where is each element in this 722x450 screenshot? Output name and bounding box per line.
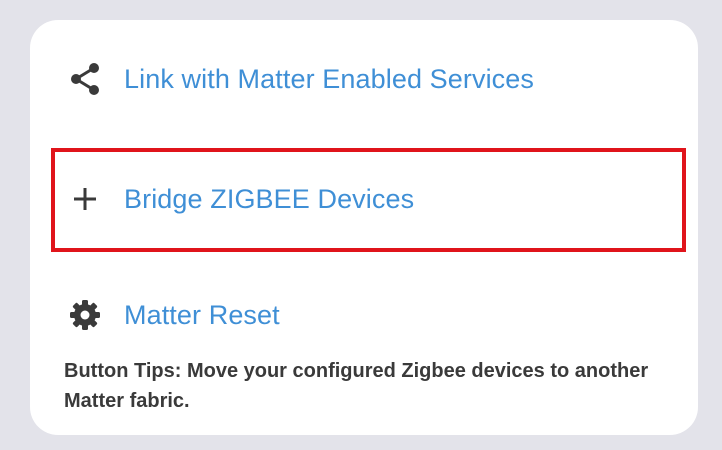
- matter-reset-button[interactable]: Matter Reset: [66, 292, 280, 338]
- link-matter-services-button[interactable]: Link with Matter Enabled Services: [66, 56, 534, 102]
- highlight-box: [51, 148, 686, 252]
- share-icon: [66, 60, 104, 98]
- button-tips-text: Button Tips: Move your configured Zigbee…: [64, 360, 649, 412]
- link-matter-services-label: Link with Matter Enabled Services: [124, 63, 534, 94]
- matter-reset-label: Matter Reset: [124, 299, 280, 330]
- gear-icon: [66, 296, 104, 334]
